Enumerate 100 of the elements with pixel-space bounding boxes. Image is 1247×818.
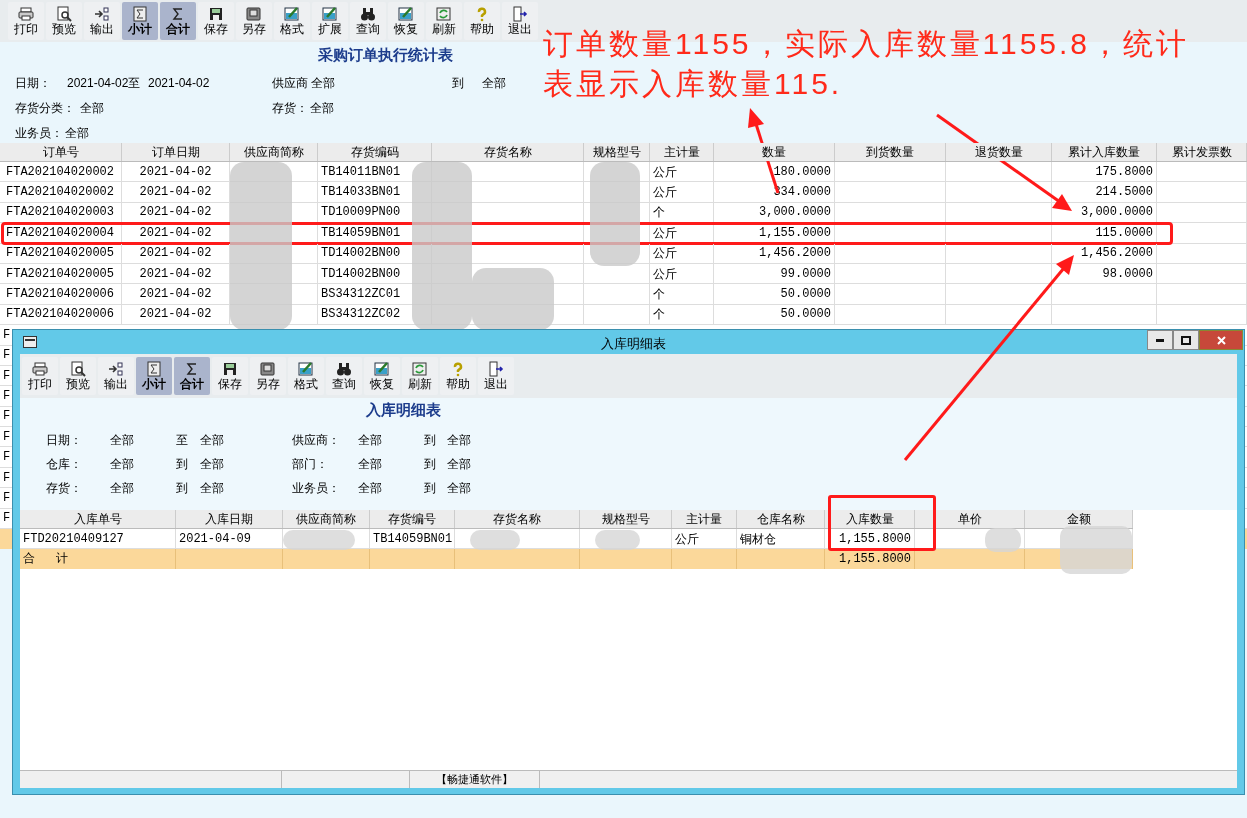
toolbar-button[interactable]: 另存 xyxy=(236,2,272,40)
table-cell: FTA202104020006 xyxy=(0,284,122,304)
toolbar-button[interactable]: 查询 xyxy=(326,357,362,395)
table-cell: 公斤 xyxy=(650,243,714,263)
column-header: 入库日期 xyxy=(176,510,283,528)
toolbar-button[interactable]: 输出 xyxy=(84,2,120,40)
table-cell: 1,456.2000 xyxy=(714,243,835,263)
toolbar-button[interactable]: 小计 xyxy=(122,2,158,40)
filter-label: 存货： xyxy=(272,101,308,115)
toolbar-button[interactable]: 合计 xyxy=(160,2,196,40)
edit-chart-icon xyxy=(398,6,414,22)
filter-label: 日期： xyxy=(46,433,82,447)
sigma-box-icon xyxy=(132,6,148,22)
close-icon xyxy=(1216,335,1226,345)
toolbar-button[interactable]: 扩展 xyxy=(312,2,348,40)
table-cell-text: F xyxy=(3,428,11,446)
export-icon xyxy=(94,6,110,22)
table-cell: 1,155.0000 xyxy=(714,223,835,243)
filter-value: 全部 xyxy=(447,457,471,471)
filter-value: 全部 xyxy=(447,433,471,447)
table-cell-text: F xyxy=(3,347,11,365)
filter-value: 2021-04-02至 xyxy=(67,76,141,90)
maximize-button[interactable] xyxy=(1173,330,1199,350)
toolbar-button[interactable]: 打印 xyxy=(8,2,44,40)
toolbar-button[interactable]: 预览 xyxy=(46,2,82,40)
refresh-icon xyxy=(412,361,428,377)
toolbar-button[interactable]: 保存 xyxy=(198,2,234,40)
edit-chart-icon xyxy=(298,361,314,377)
toolbar-button[interactable]: 输出 xyxy=(98,357,134,395)
refresh-icon xyxy=(436,6,452,22)
table-cell: FTA202104020002 xyxy=(0,162,122,182)
table-cell-text: F xyxy=(3,510,11,528)
column-header: 规格型号 xyxy=(580,510,672,528)
toolbar-button[interactable]: 小计 xyxy=(136,357,172,395)
toolbar-button[interactable]: 另存 xyxy=(250,357,286,395)
column-header: 入库数量 xyxy=(825,510,915,528)
table-cell-text: F xyxy=(3,489,11,507)
toolbar-button[interactable]: 帮助 xyxy=(440,357,476,395)
table-cell: 铜材仓 xyxy=(737,529,825,548)
toolbar-button[interactable]: 格式 xyxy=(274,2,310,40)
toolbar-button[interactable]: 刷新 xyxy=(402,357,438,395)
table-cell: 180.0000 xyxy=(714,162,835,182)
filter-value: 全部 xyxy=(200,481,224,495)
table-cell: 公斤 xyxy=(672,529,737,548)
toolbar-button[interactable]: 预览 xyxy=(60,357,96,395)
window-title: 入库明细表 xyxy=(601,335,666,353)
table-cell: 公斤 xyxy=(650,162,714,182)
table-cell-text: F xyxy=(3,408,11,426)
toolbar-button[interactable]: 刷新 xyxy=(426,2,462,40)
toolbar-button[interactable]: 退出 xyxy=(502,2,538,40)
table-cell-text: F xyxy=(3,388,11,405)
total-label: 合 计 xyxy=(20,549,176,569)
toolbar-button[interactable]: 打印 xyxy=(22,357,58,395)
column-header: 存货编号 xyxy=(370,510,455,528)
range-separator: 到 xyxy=(176,481,188,495)
edit-chart-icon xyxy=(322,6,338,22)
filter-value: 全部 xyxy=(200,457,224,471)
toolbar-button[interactable]: 格式 xyxy=(288,357,324,395)
minimize-button[interactable] xyxy=(1147,330,1173,350)
toolbar-button[interactable]: 退出 xyxy=(478,357,514,395)
binoculars-icon xyxy=(336,361,352,377)
column-header: 供应商简称 xyxy=(283,510,370,528)
filter-value: 2021-04-02 xyxy=(148,76,210,90)
table-cell: 99.0000 xyxy=(714,263,835,284)
table-cell-text: F xyxy=(3,469,11,487)
annotation-text: 订单数量1155，实际入库数量1155.8，统计表显示入库数量115. xyxy=(543,26,1191,102)
filter-label: 存货分类： xyxy=(15,101,75,115)
table-cell: 个 xyxy=(650,304,714,325)
sigma-box-icon xyxy=(146,361,162,377)
exit-door-icon xyxy=(512,6,528,22)
column-header: 主计量 xyxy=(672,510,737,528)
toolbar-button[interactable]: 恢复 xyxy=(364,357,400,395)
toolbar-button[interactable]: 查询 xyxy=(350,2,386,40)
preview-icon xyxy=(56,6,72,22)
toolbar-button[interactable]: 帮助 xyxy=(464,2,500,40)
table-cell: 50.0000 xyxy=(714,304,835,325)
table-cell: 公斤 xyxy=(650,223,714,243)
toolbar-button[interactable]: 合计 xyxy=(174,357,210,395)
table-cell: 50.0000 xyxy=(714,284,835,304)
filter-value: 全部 xyxy=(358,481,382,495)
edit-chart-icon xyxy=(284,6,300,22)
table-cell: 个 xyxy=(650,202,714,223)
toolbar-button[interactable]: 保存 xyxy=(212,357,248,395)
filter-label: 供应商： xyxy=(292,433,340,447)
preview-icon xyxy=(70,361,86,377)
column-header: 存货名称 xyxy=(455,510,580,528)
filter-label: 部门： xyxy=(292,457,328,471)
minimize-icon xyxy=(1156,338,1164,342)
toolbar-button[interactable]: 恢复 xyxy=(388,2,424,40)
filter-value: 全部 xyxy=(80,101,104,115)
table-cell: FTA202104020006 xyxy=(0,304,122,325)
table-cell: FTA202104020005 xyxy=(0,243,122,263)
table-cell: FTA202104020002 xyxy=(0,182,122,202)
edit-chart-icon xyxy=(374,361,390,377)
range-separator: 到 xyxy=(424,481,436,495)
filter-label: 业务员： xyxy=(15,126,63,140)
binoculars-icon xyxy=(360,6,376,22)
close-button[interactable] xyxy=(1199,330,1243,350)
table-cell: 1,155.8000 xyxy=(825,549,915,569)
window-icon xyxy=(23,336,37,348)
